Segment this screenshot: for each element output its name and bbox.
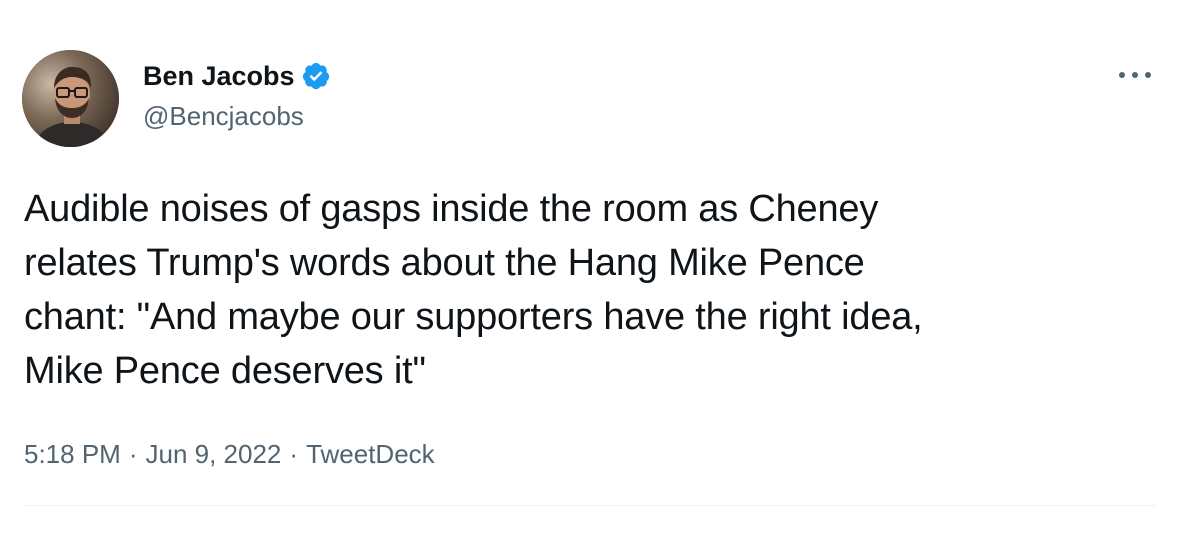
meta-separator: · bbox=[128, 439, 138, 469]
author-name-row: Ben Jacobs bbox=[143, 58, 331, 94]
author-name[interactable]: Ben Jacobs bbox=[143, 58, 295, 94]
tweet-date[interactable]: Jun 9, 2022 bbox=[146, 436, 282, 472]
author-avatar[interactable] bbox=[22, 50, 119, 147]
profile-photo-icon bbox=[22, 50, 119, 147]
author-handle[interactable]: @Bencjacobs bbox=[143, 98, 304, 134]
tweet-text: Audible noises of gasps inside the room … bbox=[24, 188, 923, 392]
tweet-time[interactable]: 5:18 PM bbox=[24, 436, 121, 472]
more-horizontal-icon bbox=[1119, 72, 1151, 78]
meta-separator: · bbox=[289, 439, 299, 469]
more-options-button[interactable] bbox=[1112, 60, 1158, 90]
tweet-source[interactable]: TweetDeck bbox=[306, 436, 435, 472]
verified-badge-icon bbox=[301, 61, 331, 91]
tweet-meta: 5:18 PM · Jun 9, 2022 · TweetDeck bbox=[24, 436, 435, 472]
tweet-card: Ben Jacobs @Bencjacobs Audible noises of… bbox=[0, 0, 1200, 536]
divider bbox=[22, 505, 1156, 506]
